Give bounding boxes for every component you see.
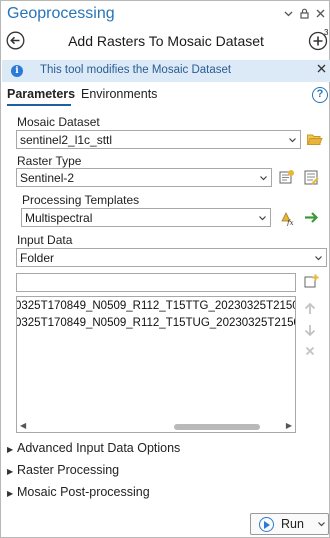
scroll-left-icon[interactable]: ◀ xyxy=(20,421,26,430)
play-icon xyxy=(259,517,274,532)
remove-icon[interactable] xyxy=(301,344,319,361)
scrollbar-thumb[interactable] xyxy=(174,424,260,430)
horizontal-scrollbar[interactable]: ◀ ▶ xyxy=(17,420,295,432)
input-data-type-select[interactable]: Folder xyxy=(16,248,327,267)
input-data-label: Input Data xyxy=(17,233,73,247)
raster-type-value: Sentinel-2 xyxy=(20,171,75,185)
raster-type-select[interactable]: Sentinel-2 xyxy=(16,168,272,187)
caret-right-icon: ▶ xyxy=(7,445,14,454)
tab-environments[interactable]: Environments xyxy=(81,87,157,101)
section-label: Raster Processing xyxy=(17,463,120,477)
list-item[interactable]: 0325T170849_N0509_R112_T15TUG_20230325T2… xyxy=(17,317,295,329)
input-path-field[interactable] xyxy=(16,273,296,292)
processing-templates-value: Multispectral xyxy=(25,211,93,225)
raster-type-properties-icon[interactable] xyxy=(278,169,295,186)
function-template-icon[interactable]: fx xyxy=(278,209,295,227)
info-message: This tool modifies the Mosaic Dataset xyxy=(40,64,232,76)
run-button[interactable]: Run xyxy=(250,513,329,535)
lock-icon[interactable] xyxy=(298,7,311,20)
section-label: Advanced Input Data Options xyxy=(17,441,181,455)
scroll-right-icon[interactable]: ▶ xyxy=(286,421,292,430)
tab-active-indicator xyxy=(7,104,71,106)
caret-right-icon: ▶ xyxy=(7,489,14,498)
input-data-type-value: Folder xyxy=(20,251,55,265)
apply-arrow-icon[interactable] xyxy=(303,209,320,226)
svg-text:fx: fx xyxy=(286,219,294,226)
close-icon[interactable] xyxy=(314,7,327,20)
info-icon: i xyxy=(11,65,23,77)
add-input-icon[interactable] xyxy=(303,273,320,290)
caret-right-icon: ▶ xyxy=(7,467,14,476)
help-icon[interactable]: ? xyxy=(312,87,328,103)
chevron-down-icon xyxy=(259,172,268,184)
chevron-down-icon xyxy=(258,212,267,224)
move-up-icon[interactable] xyxy=(301,302,319,319)
tool-bar: Add Rasters To Mosaic Dataset 3 xyxy=(1,28,330,56)
chevron-down-icon xyxy=(314,252,323,264)
info-bar: i This tool modifies the Mosaic Dataset xyxy=(2,60,330,82)
chevron-down-icon xyxy=(288,134,297,146)
pane-header: Geoprocessing xyxy=(1,1,330,28)
tab-parameters[interactable]: Parameters xyxy=(7,87,75,101)
processing-templates-select[interactable]: Multispectral xyxy=(21,208,271,227)
move-down-icon[interactable] xyxy=(301,323,319,340)
geoprocessing-pane: Geoprocessing Add Rasters To Mosaic Data… xyxy=(0,0,330,538)
list-item[interactable]: 0325T170849_N0509_R112_T15TTG_20230325T2… xyxy=(17,300,295,312)
raster-type-edit-icon[interactable] xyxy=(303,169,320,186)
section-mosaic-post-processing[interactable]: ▶ Mosaic Post-processing xyxy=(7,485,150,499)
section-label: Mosaic Post-processing xyxy=(17,485,150,499)
chevron-down-icon[interactable] xyxy=(282,7,295,20)
pane-title: Geoprocessing xyxy=(7,5,115,22)
section-raster-processing[interactable]: ▶ Raster Processing xyxy=(7,463,119,477)
add-badge: 3 xyxy=(324,28,329,37)
browse-folder-icon[interactable] xyxy=(306,131,323,148)
processing-templates-label: Processing Templates xyxy=(22,193,140,207)
section-advanced-input-data-options[interactable]: ▶ Advanced Input Data Options xyxy=(7,441,180,455)
raster-type-label: Raster Type xyxy=(17,154,82,168)
mosaic-dataset-select[interactable]: sentinel2_l1c_sttl xyxy=(16,130,301,149)
chevron-down-icon[interactable] xyxy=(317,518,326,532)
run-label: Run xyxy=(281,517,304,531)
mosaic-dataset-value: sentinel2_l1c_sttl xyxy=(20,133,113,147)
mosaic-dataset-label: Mosaic Dataset xyxy=(17,115,100,129)
info-close-icon[interactable] xyxy=(316,63,327,77)
tool-title: Add Rasters To Mosaic Dataset xyxy=(68,33,264,49)
input-data-list[interactable]: 0325T170849_N0509_R112_T15TTG_20230325T2… xyxy=(16,296,296,433)
